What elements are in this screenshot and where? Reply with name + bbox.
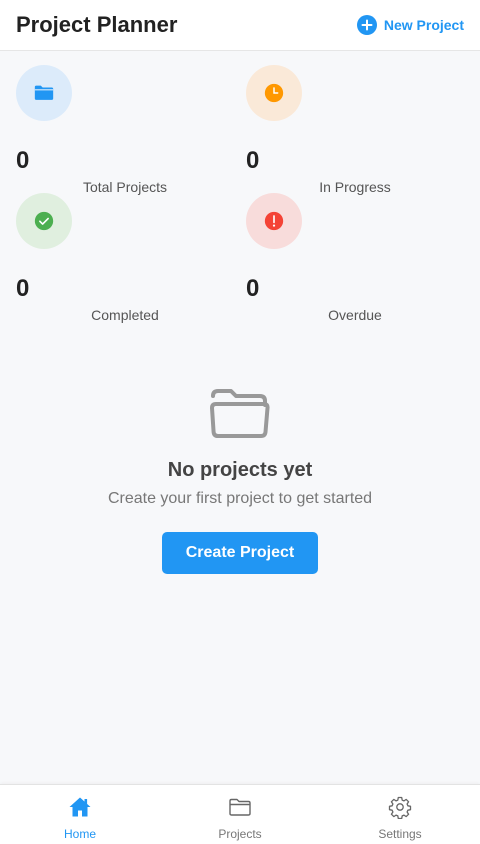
stat-overdue: 0 Overdue	[246, 193, 476, 323]
stat-in-progress: 0 In Progress	[246, 65, 476, 195]
nav-label: Projects	[218, 827, 262, 841]
stat-label: Completed	[91, 307, 159, 323]
stat-value: 0	[246, 147, 260, 174]
clock-icon	[246, 65, 302, 121]
nav-item-home[interactable]: Home	[0, 785, 160, 844]
empty-state-subtitle: Create your first project to get started	[107, 490, 373, 507]
nav-label: Settings	[378, 827, 422, 841]
app-title: Project Planner	[16, 12, 178, 37]
check-circle-icon	[16, 193, 72, 249]
empty-state: No projects yet Create your first projec…	[0, 384, 480, 574]
nav-label: Home	[63, 827, 96, 841]
folder-icon	[228, 795, 252, 824]
stat-label: Overdue	[328, 307, 382, 323]
home-icon	[68, 795, 92, 824]
plus-circle-icon	[356, 15, 377, 35]
stat-value: 0	[246, 275, 260, 302]
alert-circle-icon	[246, 193, 302, 249]
bottom-nav: Home Projects Settings	[0, 784, 480, 844]
stat-value: 0	[16, 275, 30, 302]
stat-value: 0	[16, 147, 30, 174]
nav-item-settings[interactable]: Settings	[320, 785, 480, 844]
create-project-button[interactable]: Create Project	[162, 532, 318, 574]
new-project-button[interactable]: New Project	[356, 15, 464, 35]
folder-icon	[16, 65, 72, 121]
new-project-label: New Project	[383, 17, 464, 33]
app-header: Project Planner New Project	[0, 0, 480, 51]
gear-icon	[388, 795, 412, 824]
folder-open-icon	[209, 384, 271, 445]
stat-total-projects: 0 Total Projects	[16, 65, 246, 195]
stat-completed: 0 Completed	[16, 193, 246, 323]
nav-item-projects[interactable]: Projects	[160, 785, 320, 844]
empty-state-title: No projects yet	[167, 459, 313, 481]
